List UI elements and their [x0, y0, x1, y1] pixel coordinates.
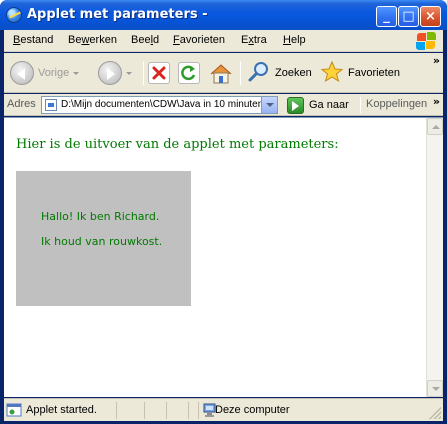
status-pane [166, 402, 188, 419]
home-icon [209, 62, 232, 84]
go-button[interactable]: Ga naar [287, 96, 349, 114]
menu-bar: Bestand Bewerken Beeld Favorieten Extra … [4, 30, 443, 52]
page-heading: Hier is de uitvoer van de applet met par… [16, 137, 339, 152]
applet-area[interactable]: Hallo! Ik ben Richard. Ik houd van rouwk… [16, 171, 191, 306]
scroll-down-icon [432, 387, 440, 391]
page-icon [45, 99, 57, 111]
windows-logo-icon [415, 31, 437, 51]
toolbar-overflow-icon[interactable]: » [433, 54, 440, 67]
browser-window: Applet met parameters - _ □ × Bestand Be… [0, 0, 447, 424]
status-bar: Applet started. Deze computer [4, 398, 443, 421]
toolbar: Vorige Zoeken Favorieten » [4, 53, 443, 93]
links-button[interactable]: Koppelingen [366, 98, 427, 110]
minimize-icon: _ [383, 9, 390, 24]
internet-explorer-icon [6, 7, 22, 23]
go-arrow-icon [287, 96, 304, 114]
status-pane [144, 402, 166, 419]
scroll-up-icon [432, 125, 440, 129]
page-content: Hier is de uitvoer van de applet met par… [4, 117, 443, 397]
menu-help[interactable]: Help [283, 34, 306, 46]
favorites-label: Favorieten [348, 67, 400, 79]
status-pane [188, 402, 198, 419]
back-button[interactable]: Vorige [10, 58, 80, 88]
links-overflow-icon[interactable]: » [433, 95, 440, 108]
links-separator [360, 97, 361, 113]
home-button[interactable] [209, 58, 232, 88]
forward-button[interactable] [98, 58, 132, 88]
forward-arrow-icon [98, 61, 122, 85]
address-url[interactable]: D:\Mijn documenten\CDW\Java in 10 minute… [61, 99, 261, 110]
menu-bestand[interactable]: Bestand [13, 34, 53, 46]
refresh-button[interactable] [178, 58, 200, 88]
refresh-icon [178, 62, 200, 84]
status-text: Applet started. [26, 404, 97, 416]
applet-status-icon [6, 403, 22, 417]
search-label: Zoeken [275, 67, 312, 79]
address-input[interactable]: D:\Mijn documenten\CDW\Java in 10 minute… [41, 96, 278, 114]
go-label: Ga naar [309, 99, 349, 111]
applet-message: Ik houd van rouwkost. [41, 235, 163, 248]
resize-grip[interactable] [429, 407, 441, 419]
maximize-button[interactable]: □ [398, 6, 419, 27]
favorites-button[interactable]: Favorieten [320, 58, 400, 88]
window-title: Applet met parameters - [27, 7, 208, 22]
address-bar: Adres D:\Mijn documenten\CDW\Java in 10 … [4, 94, 443, 116]
maximize-icon: □ [402, 9, 415, 24]
close-button[interactable]: × [420, 6, 441, 27]
toolbar-separator [143, 61, 144, 85]
address-label: Adres [7, 98, 36, 110]
back-arrow-icon [10, 61, 34, 85]
vertical-scrollbar[interactable] [426, 118, 443, 397]
back-label: Vorige [38, 67, 70, 79]
scroll-up-button[interactable] [427, 118, 443, 135]
stop-button[interactable] [148, 58, 170, 88]
search-button[interactable]: Zoeken [247, 58, 312, 88]
search-icon [247, 60, 271, 87]
address-dropdown-icon[interactable] [261, 97, 277, 113]
title-bar[interactable]: Applet met parameters - _ □ × [0, 0, 447, 30]
menu-extra[interactable]: Extra [241, 34, 267, 46]
scroll-down-button[interactable] [427, 380, 443, 397]
menu-bewerken[interactable]: Bewerken [68, 34, 117, 46]
menu-beeld[interactable]: Beeld [131, 34, 159, 46]
menu-favorieten[interactable]: Favorieten [173, 34, 225, 46]
close-icon: × [425, 9, 436, 24]
minimize-button[interactable]: _ [376, 6, 397, 27]
applet-greeting: Hallo! Ik ben Richard. [41, 210, 160, 223]
security-zone-text: Deze computer [215, 404, 290, 416]
toolbar-separator [240, 61, 241, 85]
stop-icon [148, 62, 170, 84]
favorites-star-icon [320, 60, 344, 87]
status-pane [116, 402, 144, 419]
back-dropdown-icon [73, 71, 80, 75]
forward-dropdown-icon [126, 71, 132, 75]
